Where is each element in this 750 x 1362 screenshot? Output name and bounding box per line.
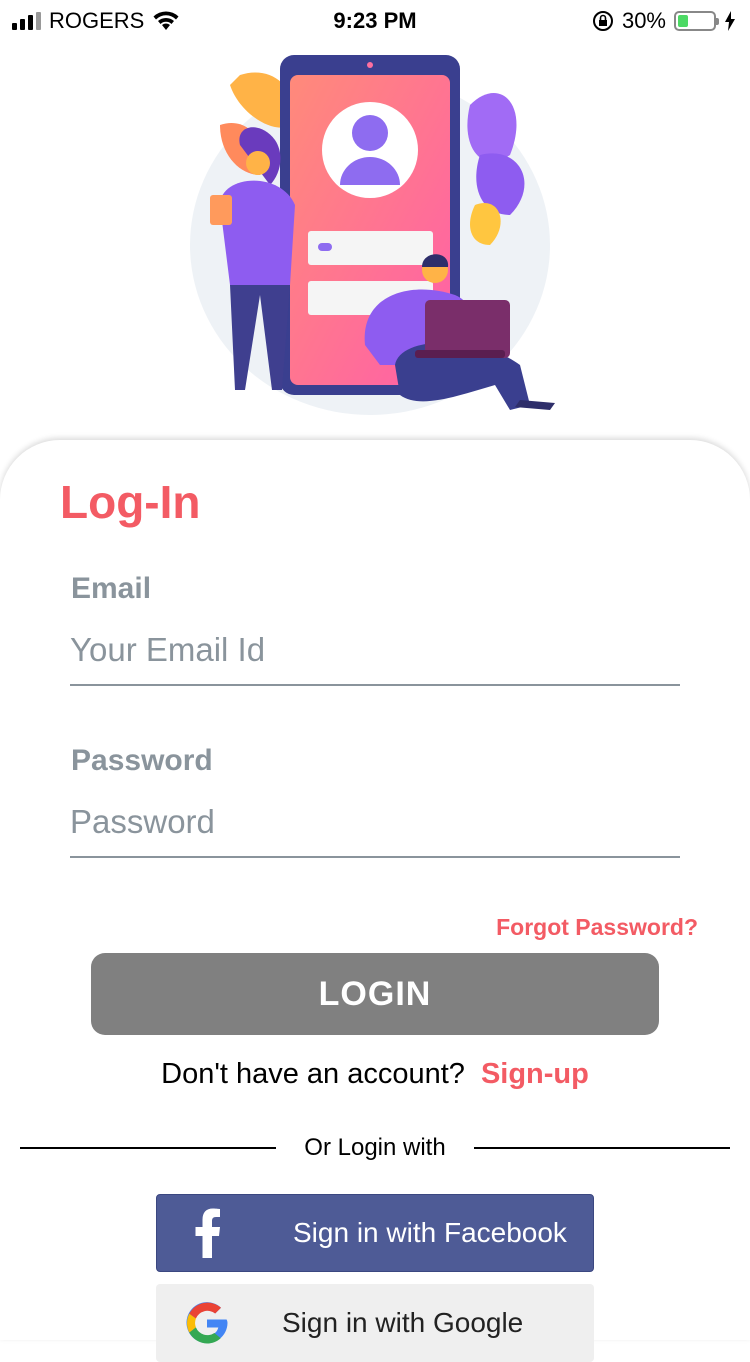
divider-right [474, 1147, 730, 1149]
google-signin-label: Sign in with Google [282, 1307, 524, 1338]
google-icon [172, 1299, 242, 1347]
password-label: Password [71, 744, 213, 777]
no-account-text: Don't have an account? [161, 1058, 465, 1090]
battery-icon [674, 11, 719, 31]
google-signin-button[interactable]: Sign in with Google [156, 1284, 594, 1362]
signup-link[interactable]: Sign-up [481, 1058, 589, 1090]
signup-row: Don't have an account? Sign-up [0, 1058, 750, 1091]
status-right: 30% [592, 8, 736, 34]
login-button[interactable]: LOGIN [91, 953, 659, 1035]
rotation-lock-icon [592, 11, 613, 31]
email-label: Email [71, 572, 152, 605]
page-title: Log-In [60, 476, 201, 528]
email-input[interactable] [70, 626, 680, 686]
facebook-icon [173, 1208, 243, 1258]
facebook-signin-button[interactable]: Sign in with Facebook [156, 1194, 594, 1272]
battery-percent: 30% [621, 8, 666, 33]
forgot-password-link[interactable]: Forgot Password? [496, 914, 698, 941]
password-input[interactable] [70, 798, 680, 858]
charging-bolt-icon [725, 11, 735, 31]
facebook-signin-label: Sign in with Facebook [293, 1217, 567, 1248]
status-bar: ROGERS 9:23 PM 30% [0, 0, 750, 40]
login-illustration [190, 55, 555, 415]
